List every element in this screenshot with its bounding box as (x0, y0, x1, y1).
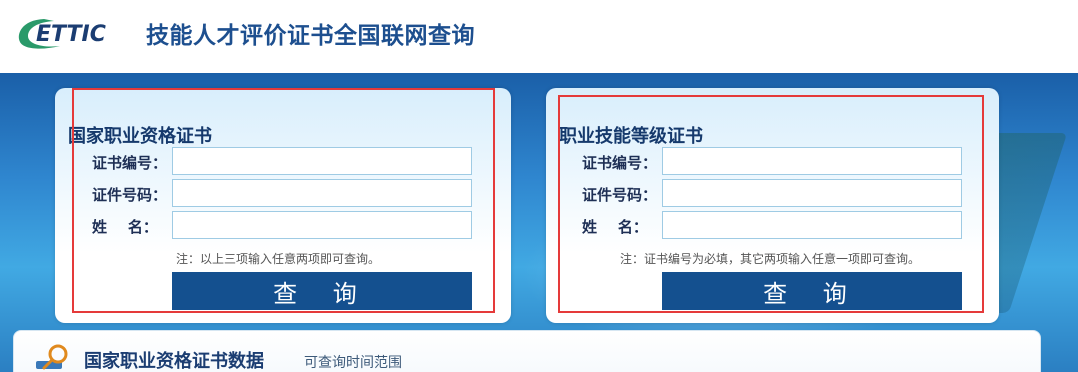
name-input[interactable] (172, 211, 472, 239)
id-number-row: 证件号码： (92, 179, 482, 207)
certificate-number-input[interactable] (172, 147, 472, 175)
query-note: 注：证书编号为必填，其它两项输入任意一项即可查询。 (620, 252, 921, 266)
search-magnifier-icon (34, 343, 74, 372)
id-number-label: 证件号码： (582, 186, 658, 204)
query-button[interactable]: 查 询 (662, 272, 962, 310)
name-row: 姓 名： (582, 211, 972, 239)
id-number-row: 证件号码： (582, 179, 972, 207)
banner: 国家职业资格证书 证书编号： 证件号码： 姓 名： 注：以上三项输入任意两项即可… (0, 73, 1078, 372)
id-number-label: 证件号码： (92, 186, 168, 204)
panel-title: 职业技能等级证书 (559, 126, 703, 147)
header: ETTIC 技能人才评价证书全国联网查询 (0, 0, 1078, 73)
data-range-section: 国家职业资格证书数据 可查询时间范围 (13, 330, 1041, 372)
site-title: 技能人才评价证书全国联网查询 (146, 23, 475, 49)
id-number-input[interactable] (662, 179, 962, 207)
certificate-number-row: 证书编号： (92, 147, 482, 175)
query-button[interactable]: 查 询 (172, 272, 472, 310)
name-input[interactable] (662, 211, 962, 239)
section-subtitle: 可查询时间范围 (304, 355, 402, 371)
name-label: 姓 名： (92, 218, 158, 236)
certificate-number-label: 证书编号： (92, 154, 168, 172)
id-number-input[interactable] (172, 179, 472, 207)
certificate-number-row: 证书编号： (582, 147, 972, 175)
name-row: 姓 名： (92, 211, 482, 239)
skill-level-panel: 职业技能等级证书 证书编号： 证件号码： 姓 名： 注：证书编号为必填，其它两项… (546, 88, 999, 323)
query-note: 注：以上三项输入任意两项即可查询。 (176, 252, 381, 266)
vocational-qualification-panel: 国家职业资格证书 证书编号： 证件号码： 姓 名： 注：以上三项输入任意两项即可… (55, 88, 511, 323)
certificate-number-label: 证书编号： (582, 154, 658, 172)
name-label: 姓 名： (582, 218, 648, 236)
certificate-number-input[interactable] (662, 147, 962, 175)
panel-title: 国家职业资格证书 (68, 126, 212, 147)
logo-text: ETTIC (36, 22, 106, 47)
section-title: 国家职业资格证书数据 (84, 351, 264, 372)
ettic-logo[interactable]: ETTIC (14, 14, 134, 52)
